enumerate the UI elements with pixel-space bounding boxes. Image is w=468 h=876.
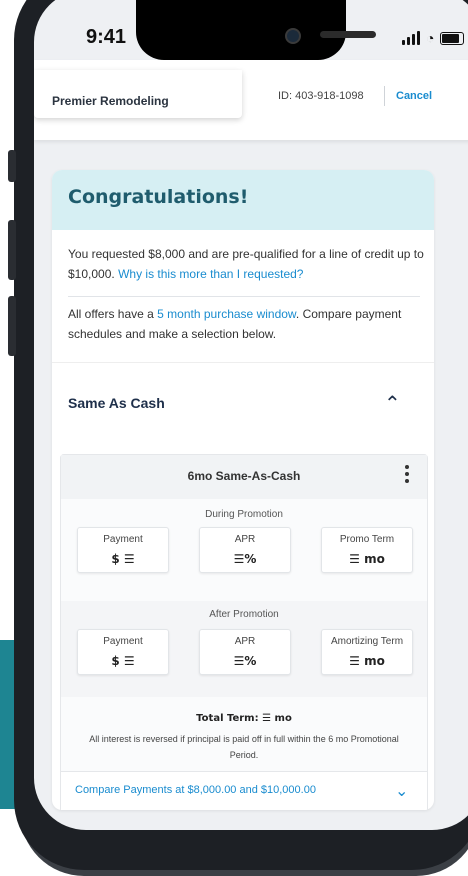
prequal-message: You requested $8,000 and are pre-qualifi…: [68, 244, 428, 284]
box-label: Amortizing Term: [330, 636, 404, 647]
compare-payments-row[interactable]: Compare Payments at $8,000.00 and $10,00…: [61, 771, 427, 810]
more-options-icon[interactable]: [405, 465, 409, 486]
camera-icon: [285, 28, 301, 44]
signal-icon: [402, 31, 420, 45]
box-label: Payment: [103, 534, 143, 545]
offer-name: 6mo Same-As-Cash: [187, 469, 301, 483]
box-label: Promo Term: [339, 534, 395, 545]
offer-card: 6mo Same-As-Cash During Promotion Paymen…: [60, 454, 428, 810]
box-label: APR: [234, 636, 256, 647]
company-tab[interactable]: Premier Remodeling: [34, 70, 242, 118]
status-icons: ◔: [402, 30, 465, 46]
application-id: ID: 403-918-1098: [278, 90, 364, 102]
status-time: 9:41: [86, 26, 127, 48]
company-name: Premier Remodeling: [52, 94, 169, 108]
after-apr-box: APR ☰%: [199, 629, 291, 675]
box-value: ☰%: [233, 552, 257, 566]
total-term: Total Term: ☰ mo: [196, 713, 292, 724]
interest-reversal-note: All interest is reversed if principal is…: [89, 734, 399, 760]
during-promo-term-box: Promo Term ☰ mo: [321, 527, 413, 573]
card-header: Congratulations!: [52, 170, 434, 230]
after-amortizing-term-box: Amortizing Term ☰ mo: [321, 629, 413, 675]
purchase-window-link[interactable]: 5 month purchase window: [157, 307, 296, 321]
battery-icon: [440, 31, 465, 45]
header-divider: [384, 86, 385, 106]
after-promotion-label: After Promotion: [209, 609, 279, 620]
prequal-card: Congratulations! You requested $8,000 an…: [52, 170, 434, 810]
same-as-cash-accordion[interactable]: Same As Cash ⌃: [52, 362, 434, 453]
phone-volume-up: [8, 220, 16, 280]
chevron-up-icon[interactable]: ⌃: [384, 391, 401, 416]
phone-volume-down: [8, 296, 16, 356]
box-value: ☰ mo: [349, 654, 385, 668]
box-value: $ ☰: [111, 654, 135, 668]
window-prefix: All offers have a: [68, 307, 154, 321]
during-apr-box: APR ☰%: [199, 527, 291, 573]
why-more-link[interactable]: Why is this more than I requested?: [118, 267, 303, 281]
box-value: ☰ mo: [349, 552, 385, 566]
accordion-title: Same As Cash: [68, 395, 165, 411]
box-value: ☰%: [233, 654, 257, 668]
during-payment-box: Payment $ ☰: [77, 527, 169, 573]
card-title: Congratulations!: [68, 186, 249, 208]
divider: [68, 296, 420, 297]
purchase-window-message: All offers have a 5 month purchase windo…: [68, 304, 428, 344]
offer-header: 6mo Same-As-Cash: [61, 455, 427, 499]
during-promotion-label: During Promotion: [205, 509, 283, 520]
compare-payments-link[interactable]: Compare Payments at $8,000.00 and $10,00…: [75, 784, 316, 796]
phone-mute-switch: [8, 150, 16, 182]
cancel-button[interactable]: Cancel: [396, 90, 432, 102]
speaker-grill: [320, 31, 376, 38]
box-value: $ ☰: [111, 552, 135, 566]
after-payment-box: Payment $ ☰: [77, 629, 169, 675]
chevron-down-icon[interactable]: ⌄: [395, 781, 408, 801]
notch: [136, 0, 376, 60]
phone-screen: 9:41 ◔ Premier Remodeling ID: 403-918-10…: [34, 0, 468, 830]
wifi-icon: ◔: [426, 30, 435, 46]
box-label: APR: [234, 534, 256, 545]
box-label: Payment: [103, 636, 143, 647]
